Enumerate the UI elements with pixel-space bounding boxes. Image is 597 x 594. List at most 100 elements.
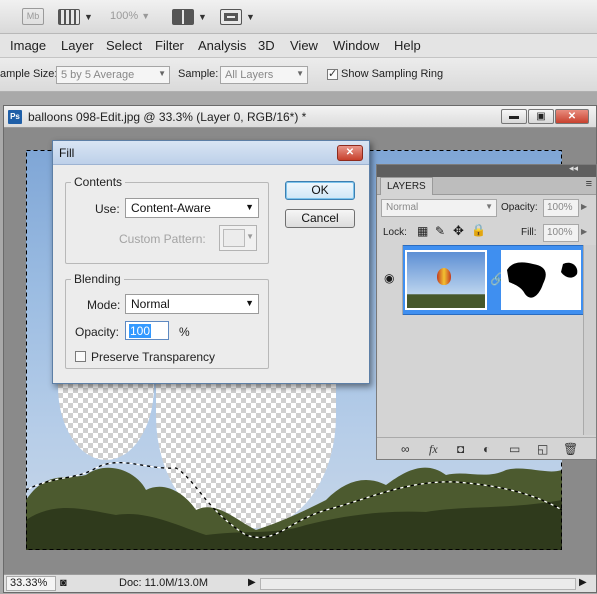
lock-all-icon[interactable]: 🔒 <box>471 223 486 237</box>
cancel-button[interactable]: Cancel <box>285 209 355 228</box>
sample-size-label: ample Size: <box>0 68 58 80</box>
opacity-label: Opacity: <box>501 202 538 213</box>
horizontal-scrollbar[interactable] <box>260 578 576 590</box>
chevron-down-icon: ▼ <box>198 12 207 22</box>
status-info-icon[interactable]: ◙ <box>60 577 67 589</box>
new-group-folder-icon[interactable]: ▭ <box>509 442 520 456</box>
custom-pattern-picker[interactable]: ▼ <box>219 225 257 251</box>
status-zoom-field[interactable]: 33.33% <box>6 576 56 591</box>
preserve-transparency-label: Preserve Transparency <box>91 350 216 364</box>
layer-visibility-toggle[interactable]: ◉ <box>377 245 403 315</box>
opacity-input[interactable]: 100 <box>125 321 169 340</box>
sample-label: Sample: <box>178 68 219 80</box>
chevron-right-icon[interactable]: ▶ <box>581 227 587 236</box>
sample-select[interactable]: All Layers ▼ <box>220 66 308 84</box>
chevron-down-icon: ▼ <box>245 202 254 212</box>
lock-position-move-icon[interactable]: ✥ <box>453 223 464 239</box>
opacity-label: Opacity: <box>75 325 120 339</box>
layers-panel: ◂◂ LAYERS ≡ Normal ▼ Opacity: 100% ▶ Loc… <box>376 163 597 460</box>
lock-transparent-icon[interactable]: ▦ <box>417 224 428 238</box>
menu-bar: Image Layer Select Filter Analysis 3D Vi… <box>0 34 597 58</box>
tab-layers[interactable]: LAYERS <box>380 177 433 195</box>
sample-size-select[interactable]: 5 by 5 Average ▼ <box>56 66 170 84</box>
collapse-icon[interactable]: ◂◂ <box>569 163 578 174</box>
zoom-level-value: 100% <box>110 10 139 22</box>
chevron-down-icon: ▼ <box>246 12 255 22</box>
maximize-button[interactable]: ▣ <box>528 109 554 124</box>
show-sampling-ring-checkbox[interactable] <box>327 67 338 80</box>
menu-select[interactable]: Select <box>106 38 142 53</box>
status-menu-arrow-icon[interactable]: ▶ <box>248 577 256 588</box>
chevron-down-icon: ▼ <box>296 69 304 78</box>
menu-help[interactable]: Help <box>394 38 421 53</box>
layer-row-layer-0[interactable]: 🔗 <box>377 245 583 315</box>
opacity-value: 100 <box>129 324 152 338</box>
status-bar: 33.33% ◙ Doc: 11.0M/13.0M ▶ ▶ <box>4 574 596 592</box>
fill-dialog-title: Fill <box>59 146 75 160</box>
film-strip-icon <box>58 9 80 25</box>
sample-value: All Layers <box>225 69 274 81</box>
use-select[interactable]: Content-Aware ▼ <box>125 198 259 218</box>
panel-collapse-strip[interactable]: ◂◂ <box>377 163 596 177</box>
arrange-documents-button[interactable]: ▼ <box>172 7 207 27</box>
lock-label: Lock: <box>383 227 407 238</box>
menu-3d[interactable]: 3D <box>258 38 275 53</box>
preserve-transparency-checkbox[interactable] <box>75 351 86 362</box>
blend-mode-select[interactable]: Normal ▼ <box>381 199 497 217</box>
view-extras-button[interactable]: ▼ <box>58 7 93 27</box>
ok-button[interactable]: OK <box>285 181 355 200</box>
adjustment-layer-icon[interactable]: ◐ <box>483 442 490 456</box>
balloon-thumbnail-image <box>437 268 451 285</box>
blend-mode-value: Normal <box>386 202 419 213</box>
menu-layer[interactable]: Layer <box>61 38 94 53</box>
trash-icon[interactable]: 🗑 <box>563 442 578 456</box>
menu-filter[interactable]: Filter <box>155 38 184 53</box>
status-doc-size: Doc: 11.0M/13.0M <box>119 577 209 589</box>
layers-footer: ∞ fx ◘ ◐ ▭ ◱ 🗑 <box>377 437 596 459</box>
menu-image[interactable]: Image <box>10 38 46 53</box>
mini-bridge-button[interactable]: Mb <box>22 8 44 25</box>
opacity-unit: % <box>179 325 190 339</box>
link-layers-icon[interactable]: ∞ <box>401 442 410 456</box>
scroll-right-icon[interactable]: ▶ <box>579 577 587 588</box>
chevron-down-icon: ▼ <box>245 298 254 308</box>
layers-scrollbar[interactable] <box>583 245 596 435</box>
layers-tab-bar: LAYERS ≡ <box>377 177 596 195</box>
layer-thumbnail[interactable] <box>405 250 487 310</box>
application-bar: Mb ▼ 100% ▼ ▼ ▼ <box>0 0 597 34</box>
minimize-icon: ▬ <box>509 111 519 122</box>
contents-group <box>65 182 269 264</box>
layer-opacity-field[interactable]: 100% <box>543 199 579 217</box>
fill-dialog: Fill ✕ Contents Use: Content-Aware ▼ Cus… <box>52 140 370 384</box>
layer-style-fx-icon[interactable]: fx <box>429 442 438 457</box>
photoshop-icon: Ps <box>8 110 22 124</box>
chevron-down-icon: ▼ <box>485 202 493 211</box>
document-title-bar[interactable]: Ps balloons 098-Edit.jpg @ 33.3% (Layer … <box>4 106 596 128</box>
mode-label: Mode: <box>87 298 121 312</box>
fill-close-button[interactable]: ✕ <box>337 145 363 161</box>
custom-pattern-label: Custom Pattern: <box>119 232 206 246</box>
minimize-button[interactable]: ▬ <box>501 109 527 124</box>
fill-dialog-title-bar[interactable]: Fill ✕ <box>53 141 369 165</box>
blending-legend: Blending <box>71 272 124 286</box>
close-icon: ✕ <box>345 147 355 158</box>
chevron-right-icon[interactable]: ▶ <box>581 202 587 211</box>
arrange-icon <box>172 9 194 25</box>
menu-analysis[interactable]: Analysis <box>198 38 246 53</box>
add-mask-icon[interactable]: ◘ <box>457 442 464 456</box>
close-button[interactable]: ✕ <box>555 109 589 124</box>
layer-mask-thumbnail[interactable] <box>501 250 581 310</box>
zoom-level-menu[interactable]: 100% ▼ <box>110 10 150 22</box>
panel-menu-icon[interactable]: ≡ <box>586 178 592 190</box>
mode-value: Normal <box>131 297 170 311</box>
screen-mode-button[interactable]: ▼ <box>220 7 255 27</box>
chevron-down-icon: ▼ <box>246 232 254 241</box>
new-layer-icon[interactable]: ◱ <box>537 442 548 456</box>
mask-shape-image <box>507 262 578 298</box>
menu-view[interactable]: View <box>290 38 318 53</box>
layer-fill-field[interactable]: 100% <box>543 224 579 242</box>
menu-window[interactable]: Window <box>333 38 379 53</box>
lock-image-brush-icon[interactable]: ✎ <box>435 224 445 238</box>
show-sampling-ring-label: Show Sampling Ring <box>341 68 444 80</box>
mode-select[interactable]: Normal ▼ <box>125 294 259 314</box>
